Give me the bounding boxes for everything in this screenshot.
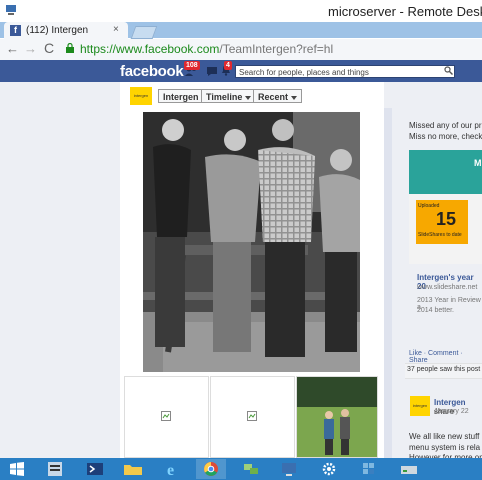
broken-image-icon <box>161 411 171 421</box>
avatar[interactable]: intergen <box>410 396 430 416</box>
nav-timeline-label: Timeline <box>206 92 243 102</box>
nav-recent-label: Recent <box>258 92 289 102</box>
post-date[interactable]: January 22 <box>434 408 469 415</box>
post-text: Missed any of our pr <box>409 121 482 130</box>
search-icon[interactable] <box>444 66 453 75</box>
photo-thumbnail[interactable] <box>296 376 378 458</box>
post-actions[interactable]: Like · Comment · Share <box>409 350 482 364</box>
chevron-down-icon <box>291 95 298 100</box>
explorer-icon[interactable] <box>118 459 148 479</box>
back-button[interactable]: ← <box>6 41 19 56</box>
powershell-icon[interactable] <box>80 459 110 479</box>
photo-thumbnail[interactable] <box>124 376 209 458</box>
lock-icon <box>66 43 74 53</box>
tab-close-icon[interactable]: × <box>113 24 119 35</box>
photo-thumbnail[interactable] <box>210 376 295 458</box>
facebook-logo[interactable]: facebook <box>120 63 184 80</box>
settings-icon[interactable] <box>314 459 344 479</box>
window-title: microserver - Remote Desktop <box>328 4 482 19</box>
url-host: https://www.facebook.com <box>80 42 220 56</box>
messages-icon[interactable] <box>206 65 218 77</box>
start-icon[interactable] <box>2 459 32 479</box>
new-tab-button[interactable] <box>130 26 158 39</box>
post-text: menu system is rela <box>409 443 481 452</box>
broken-image-icon <box>247 411 257 421</box>
friend-requests-badge: 108 <box>184 61 200 70</box>
post-text: We all like new stuff <box>409 432 480 441</box>
nav-intergen-button[interactable]: Intergen <box>158 89 204 103</box>
remote-desktop-icon[interactable] <box>274 459 304 479</box>
left-gutter <box>0 82 120 458</box>
timeline-divider <box>384 108 392 458</box>
badge-number: 15 <box>436 209 457 229</box>
group-photo-image <box>143 112 360 372</box>
url-path: /TeamIntergen?ref=hl <box>219 42 334 56</box>
forward-button[interactable]: → <box>24 41 37 56</box>
address-bar[interactable]: https://www.facebook.com/TeamIntergen?re… <box>80 42 333 56</box>
badge-sublabel: SlideShares to date <box>418 232 462 238</box>
chevron-down-icon <box>245 95 252 100</box>
chrome-icon[interactable] <box>196 459 226 479</box>
reload-button[interactable]: C <box>44 40 54 56</box>
network-icon[interactable] <box>236 459 266 479</box>
main-photo[interactable] <box>143 112 360 372</box>
search-input[interactable]: Search for people, places and things <box>235 65 455 78</box>
slideshare-banner-text: M <box>474 158 482 168</box>
link-domain: www.slideshare.net <box>417 284 478 291</box>
registry-icon[interactable] <box>354 459 384 479</box>
outdoor-photo-image <box>297 377 377 457</box>
nav-intergen-label: Intergen <box>163 92 199 102</box>
drive-icon[interactable] <box>394 459 424 479</box>
nav-recent-button[interactable]: Recent <box>253 89 303 103</box>
post-text: Miss no more, check <box>409 132 482 141</box>
slideshare-banner[interactable] <box>409 150 482 194</box>
intergen-page-logo[interactable]: intergen <box>130 87 152 105</box>
tab-title: (112) Intergen <box>26 25 89 36</box>
svg-text:e: e <box>167 462 174 479</box>
post-reach-text[interactable]: 37 people saw this post <box>407 366 480 373</box>
notifications-badge: 4 <box>224 61 232 70</box>
remote-desktop-icon <box>6 5 16 15</box>
server-manager-icon[interactable] <box>40 459 70 479</box>
facebook-favicon-icon: f <box>10 25 21 36</box>
post-author-name: Intergen <box>434 398 466 407</box>
link-description: 2014 better. <box>417 307 454 314</box>
internet-explorer-icon[interactable]: e <box>158 459 188 479</box>
nav-timeline-button[interactable]: Timeline <box>201 89 257 103</box>
